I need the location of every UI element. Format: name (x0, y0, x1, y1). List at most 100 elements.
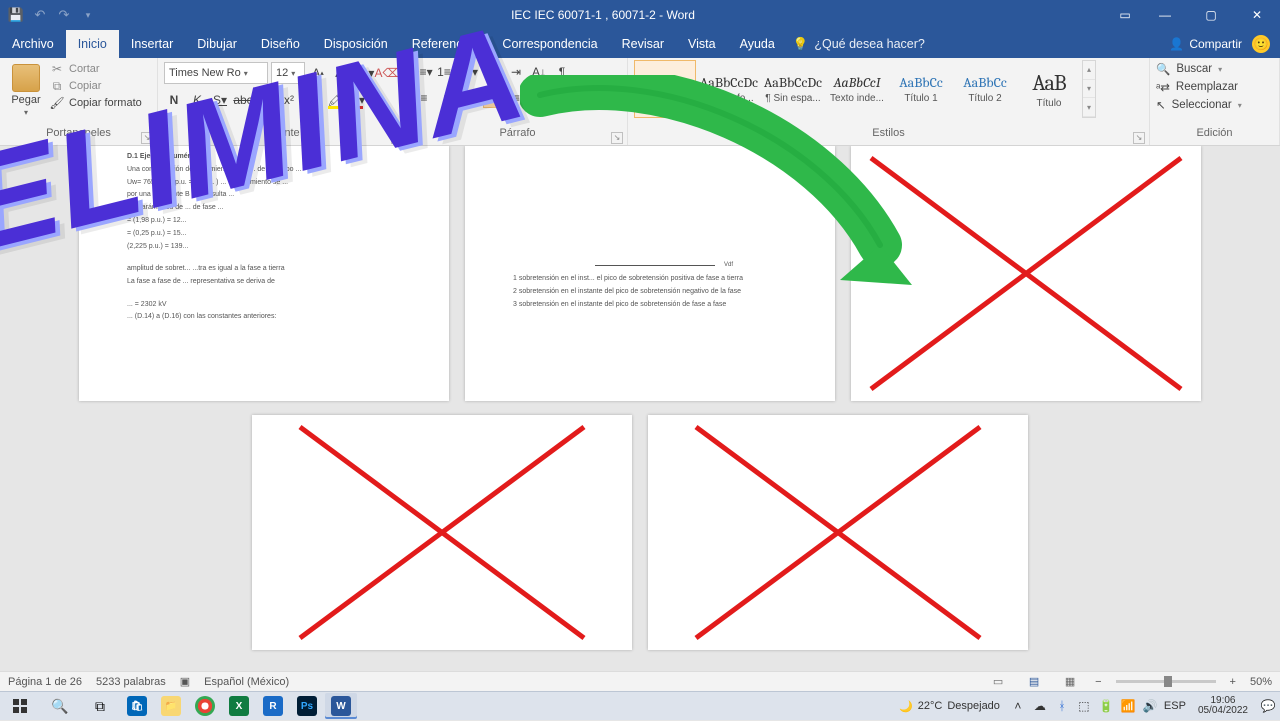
bullets-button[interactable]: •≡▾ (414, 62, 434, 82)
page-2[interactable]: Vdf 1 sobretensión en el inst... el pico… (465, 146, 835, 401)
touchpad-icon[interactable]: ⬚ (1076, 698, 1092, 714)
print-layout-button[interactable]: ▤ (1023, 674, 1045, 690)
highlight-button[interactable]: 🖍 (325, 90, 345, 110)
paste-button[interactable]: Pegar ▾ (6, 62, 46, 117)
minimize-button[interactable]: — (1142, 0, 1188, 30)
input-language[interactable]: ESP (1164, 700, 1186, 712)
close-button[interactable]: ✕ (1234, 0, 1280, 30)
tray-overflow-icon[interactable]: ˄ (1010, 698, 1026, 714)
undo-icon[interactable]: ↶ (30, 5, 50, 25)
sort-button[interactable]: A↓ (529, 62, 549, 82)
tab-referencias[interactable]: Referencias (400, 30, 491, 58)
battery-icon[interactable]: 🔋 (1098, 698, 1114, 714)
align-center-button[interactable]: ≡ (437, 88, 457, 108)
style-parrafo[interactable]: AaBbCcDc¶ Párrafo... (698, 60, 760, 118)
tab-inicio[interactable]: Inicio (66, 30, 119, 58)
format-painter-button[interactable]: 🖌Copiar formato (50, 96, 142, 110)
multilevel-list-button[interactable]: ≣▾ (460, 62, 480, 82)
align-right-button[interactable]: ≡ (460, 88, 480, 108)
taskbar-app-revit[interactable]: R (257, 693, 289, 719)
read-mode-button[interactable]: ▭ (987, 674, 1009, 690)
tab-vista[interactable]: Vista (676, 30, 728, 58)
taskbar-app-chrome[interactable] (189, 693, 221, 719)
page-3[interactable] (851, 146, 1201, 401)
zoom-in-button[interactable]: + (1230, 676, 1236, 688)
style-titulo1[interactable]: AaBbCcTítulo 1 (890, 60, 952, 118)
tell-me-search[interactable]: 💡 ¿Qué desea hacer? (793, 30, 925, 58)
shrink-font-button[interactable]: A▾ (331, 63, 351, 83)
show-marks-button[interactable]: ¶ (552, 62, 572, 82)
grow-font-button[interactable]: A▴ (308, 63, 328, 83)
tab-dibujar[interactable]: Dibujar (185, 30, 249, 58)
status-language[interactable]: Español (México) (204, 676, 289, 688)
taskbar-app-excel[interactable]: X (223, 693, 255, 719)
tab-ayuda[interactable]: Ayuda (728, 30, 787, 58)
page-1[interactable]: D.1 Ejemplo numérico Una configuración d… (79, 146, 449, 401)
tab-revisar[interactable]: Revisar (610, 30, 676, 58)
shading-button[interactable]: ◧▾ (529, 88, 549, 108)
share-button[interactable]: 👤 Compartir (1169, 37, 1242, 51)
page-4[interactable] (252, 415, 632, 650)
volume-icon[interactable]: 🔊 (1142, 698, 1158, 714)
styles-scroll[interactable]: ▴▾▾ (1082, 60, 1096, 118)
page-5[interactable] (648, 415, 1028, 650)
expand-gallery-icon[interactable]: ▾ (1083, 98, 1095, 117)
tab-diseno[interactable]: Diseño (249, 30, 312, 58)
tab-archivo[interactable]: Archivo (0, 30, 66, 58)
weather-widget[interactable]: 🌙 22°C Despejado (899, 700, 1000, 713)
onedrive-icon[interactable]: ☁ (1032, 698, 1048, 714)
maximize-button[interactable]: ▢ (1188, 0, 1234, 30)
copy-button[interactable]: ⧉Copiar (50, 79, 142, 93)
clear-formatting-button[interactable]: A⌫ (377, 63, 397, 83)
zoom-slider[interactable] (1116, 680, 1216, 683)
clock[interactable]: 19:06 05/04/2022 (1192, 696, 1254, 716)
strikethrough-button[interactable]: abc (233, 90, 253, 110)
qat-customize-icon[interactable]: ▾ (78, 5, 98, 25)
status-word-count[interactable]: 5233 palabras (96, 676, 166, 688)
save-icon[interactable]: 💾 (6, 5, 26, 25)
tab-insertar[interactable]: Insertar (119, 30, 185, 58)
style-sin-espaciado[interactable]: AaBbCcDc¶ Sin espa... (762, 60, 824, 118)
web-layout-button[interactable]: ▦ (1059, 674, 1081, 690)
dialog-launcher-icon[interactable]: ↘ (391, 132, 403, 144)
styles-gallery[interactable]: AaBbCcDc¶ Normal AaBbCcDc¶ Párrafo... Aa… (634, 60, 1096, 122)
taskbar-app-word[interactable]: W (325, 693, 357, 719)
taskbar-app-store[interactable]: 🛍 (121, 693, 153, 719)
document-area[interactable]: D.1 Ejemplo numérico Una configuración d… (0, 146, 1280, 671)
subscript-button[interactable]: x₂ (256, 90, 276, 110)
justify-button[interactable]: ≣ (483, 88, 503, 108)
superscript-button[interactable]: x² (279, 90, 299, 110)
dialog-launcher-icon[interactable]: ↘ (141, 132, 153, 144)
style-titulo2[interactable]: AaBbCcTítulo 2 (954, 60, 1016, 118)
wifi-icon[interactable]: 📶 (1120, 698, 1136, 714)
replace-button[interactable]: ᵃ⇄Reemplazar (1156, 80, 1242, 94)
redo-icon[interactable]: ↷ (54, 5, 74, 25)
taskbar-app-photoshop[interactable]: Ps (291, 693, 323, 719)
dialog-launcher-icon[interactable]: ↘ (611, 132, 623, 144)
decrease-indent-button[interactable]: ⇤ (483, 62, 503, 82)
status-page[interactable]: Página 1 de 26 (8, 676, 82, 688)
account-avatar[interactable]: 🙂 (1252, 35, 1270, 53)
tab-disposicion[interactable]: Disposición (312, 30, 400, 58)
italic-button[interactable]: K (187, 90, 207, 110)
change-case-button[interactable]: Aa▾ (354, 63, 374, 83)
zoom-level[interactable]: 50% (1250, 676, 1272, 688)
line-spacing-button[interactable]: ‡≡▾ (506, 88, 526, 108)
notifications-icon[interactable]: 💬 (1260, 698, 1276, 714)
tab-correspondencia[interactable]: Correspondencia (490, 30, 609, 58)
ribbon-display-options-icon[interactable]: ▭ (1108, 0, 1142, 30)
bluetooth-icon[interactable]: ᚼ (1054, 698, 1070, 714)
style-normal[interactable]: AaBbCcDc¶ Normal (634, 60, 696, 118)
taskbar-app-explorer[interactable]: 📁 (155, 693, 187, 719)
proofing-icon[interactable]: ▣ (180, 675, 190, 688)
font-size-combo[interactable]: 12▾ (271, 62, 305, 84)
chevron-down-icon[interactable]: ▾ (1083, 80, 1095, 99)
find-button[interactable]: 🔍Buscar ▾ (1156, 62, 1242, 76)
borders-button[interactable]: ▦▾ (552, 88, 572, 108)
bold-button[interactable]: N (164, 90, 184, 110)
search-button[interactable]: 🔍 (40, 692, 80, 721)
style-titulo[interactable]: AaBTítulo (1018, 60, 1080, 118)
text-effects-button[interactable]: A▾ (302, 90, 322, 110)
style-texto-inde[interactable]: AaBbCcITexto inde... (826, 60, 888, 118)
underline-button[interactable]: S▾ (210, 90, 230, 110)
